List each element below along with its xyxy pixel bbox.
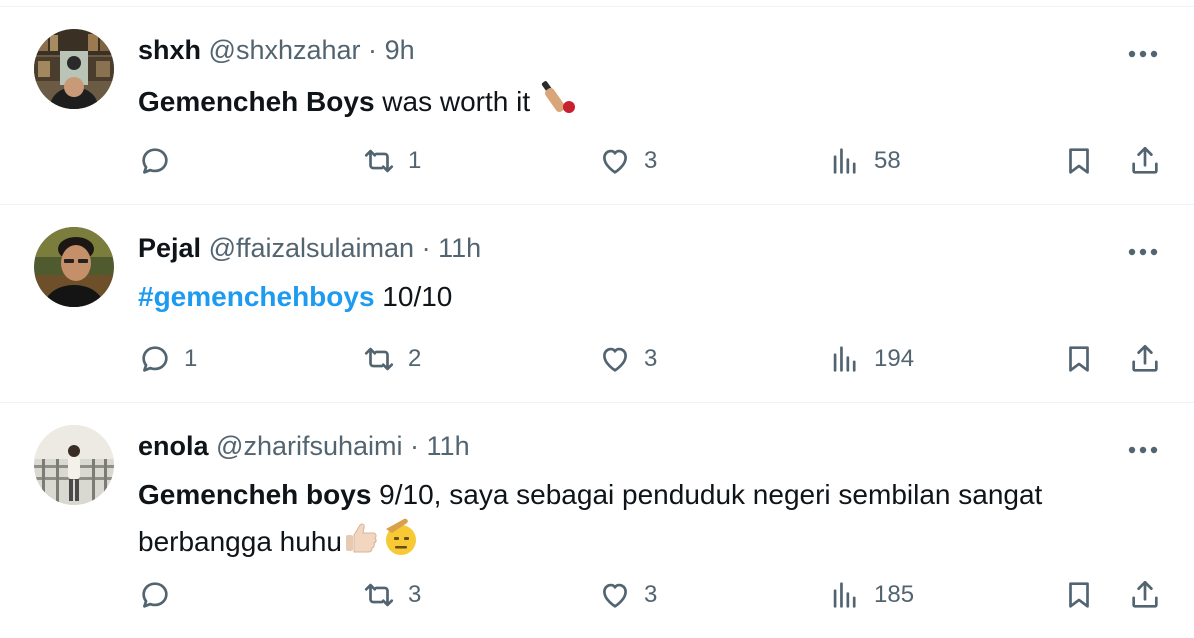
share-icon (1132, 146, 1158, 174)
reply-button[interactable]: 1 (138, 339, 197, 379)
reply-button[interactable] (138, 141, 184, 181)
tweet[interactable]: shxh @shxhzahar · 9h Gemencheh Boys was … (0, 6, 1194, 204)
share-button[interactable] (1128, 575, 1162, 615)
retweet-count: 1 (408, 147, 422, 174)
views-button[interactable]: 58 (828, 141, 901, 181)
bookmark-button[interactable] (1062, 339, 1096, 379)
analytics-icon (833, 346, 856, 372)
tweet[interactable]: enola @zharifsuhaimi · 11h Gemencheh boy… (0, 402, 1194, 638)
share-button[interactable] (1128, 339, 1162, 379)
saluting-face-icon (380, 517, 420, 570)
heart-icon (603, 149, 627, 174)
tweet-feed: shxh @shxhzahar · 9h Gemencheh Boys was … (0, 0, 1194, 638)
retweet-button[interactable]: 2 (362, 339, 421, 379)
tweet-text: Gemencheh boys 9/10, saya sebagai pendud… (138, 473, 1158, 570)
cricket-bat-icon (538, 77, 578, 130)
heart-icon (603, 347, 627, 372)
reply-button[interactable] (138, 575, 184, 615)
user-handle[interactable]: @ffaizalsulaiman (209, 233, 415, 263)
like-count: 3 (644, 581, 658, 608)
retweet-icon (364, 149, 394, 173)
bold-text: Gemencheh Boys (138, 86, 375, 117)
avatar[interactable] (34, 425, 114, 505)
more-options-icon[interactable] (1126, 235, 1160, 269)
tweet-text: Gemencheh Boys was worth it (138, 77, 1158, 130)
view-count: 185 (874, 581, 915, 608)
body-text: was worth it (374, 86, 538, 117)
tweet-header: enola @zharifsuhaimi · 11h (138, 429, 470, 463)
reply-icon (142, 346, 168, 372)
reply-icon (142, 148, 168, 174)
more-options-icon[interactable] (1126, 37, 1160, 71)
analytics-icon (833, 148, 856, 174)
hashtag-link[interactable]: #gemenchehboys (138, 281, 375, 312)
retweet-icon (364, 583, 394, 607)
views-button[interactable]: 185 (828, 575, 914, 615)
avatar[interactable] (34, 227, 114, 307)
more-options-icon[interactable] (1126, 433, 1160, 467)
retweet-icon (364, 347, 394, 371)
separator-dot: · (410, 431, 420, 461)
retweet-count: 2 (408, 345, 422, 372)
tweet-actions: 3 3 185 (0, 575, 1194, 615)
tweet-header: shxh @shxhzahar · 9h (138, 33, 415, 67)
user-handle[interactable]: @zharifsuhaimi (216, 431, 402, 461)
timestamp[interactable]: 9h (385, 35, 415, 65)
heart-icon (603, 583, 627, 608)
share-button[interactable] (1128, 141, 1162, 181)
timestamp[interactable]: 11h (427, 431, 470, 461)
reply-count: 1 (184, 345, 198, 372)
view-count: 194 (874, 345, 915, 372)
display-name[interactable]: Pejal (138, 233, 201, 263)
user-handle[interactable]: @shxhzahar (209, 35, 361, 65)
share-icon (1132, 344, 1158, 372)
like-count: 3 (644, 147, 658, 174)
bookmark-icon (1069, 148, 1089, 174)
separator-dot: · (368, 35, 378, 65)
tweet-actions: 1 2 3 194 (0, 339, 1194, 379)
bookmark-button[interactable] (1062, 575, 1096, 615)
bookmark-icon (1069, 582, 1089, 608)
like-button[interactable]: 3 (598, 141, 657, 181)
reply-icon (142, 582, 168, 608)
like-count: 3 (644, 345, 658, 372)
analytics-icon (833, 582, 856, 608)
share-icon (1132, 580, 1158, 608)
retweet-count: 3 (408, 581, 422, 608)
retweet-button[interactable]: 1 (362, 141, 421, 181)
bookmark-icon (1069, 346, 1089, 372)
timestamp[interactable]: 11h (438, 233, 481, 263)
tweet-actions: 1 3 58 (0, 141, 1194, 181)
views-button[interactable]: 194 (828, 339, 914, 379)
view-count: 58 (874, 147, 901, 174)
retweet-button[interactable]: 3 (362, 575, 421, 615)
tweet-text: #gemenchehboys 10/10 (138, 275, 1158, 319)
tweet[interactable]: Pejal @ffaizalsulaiman · 11h #gemenchehb… (0, 204, 1194, 402)
separator-dot: · (421, 233, 431, 263)
display-name[interactable]: enola (138, 431, 209, 461)
display-name[interactable]: shxh (138, 35, 201, 65)
like-button[interactable]: 3 (598, 575, 657, 615)
bold-text: Gemencheh boys (138, 479, 372, 510)
like-button[interactable]: 3 (598, 339, 657, 379)
body-text: 10/10 (374, 281, 453, 312)
tweet-header: Pejal @ffaizalsulaiman · 11h (138, 231, 481, 265)
avatar[interactable] (34, 29, 114, 109)
thumbs-up-icon (342, 519, 380, 570)
bookmark-button[interactable] (1062, 141, 1096, 181)
